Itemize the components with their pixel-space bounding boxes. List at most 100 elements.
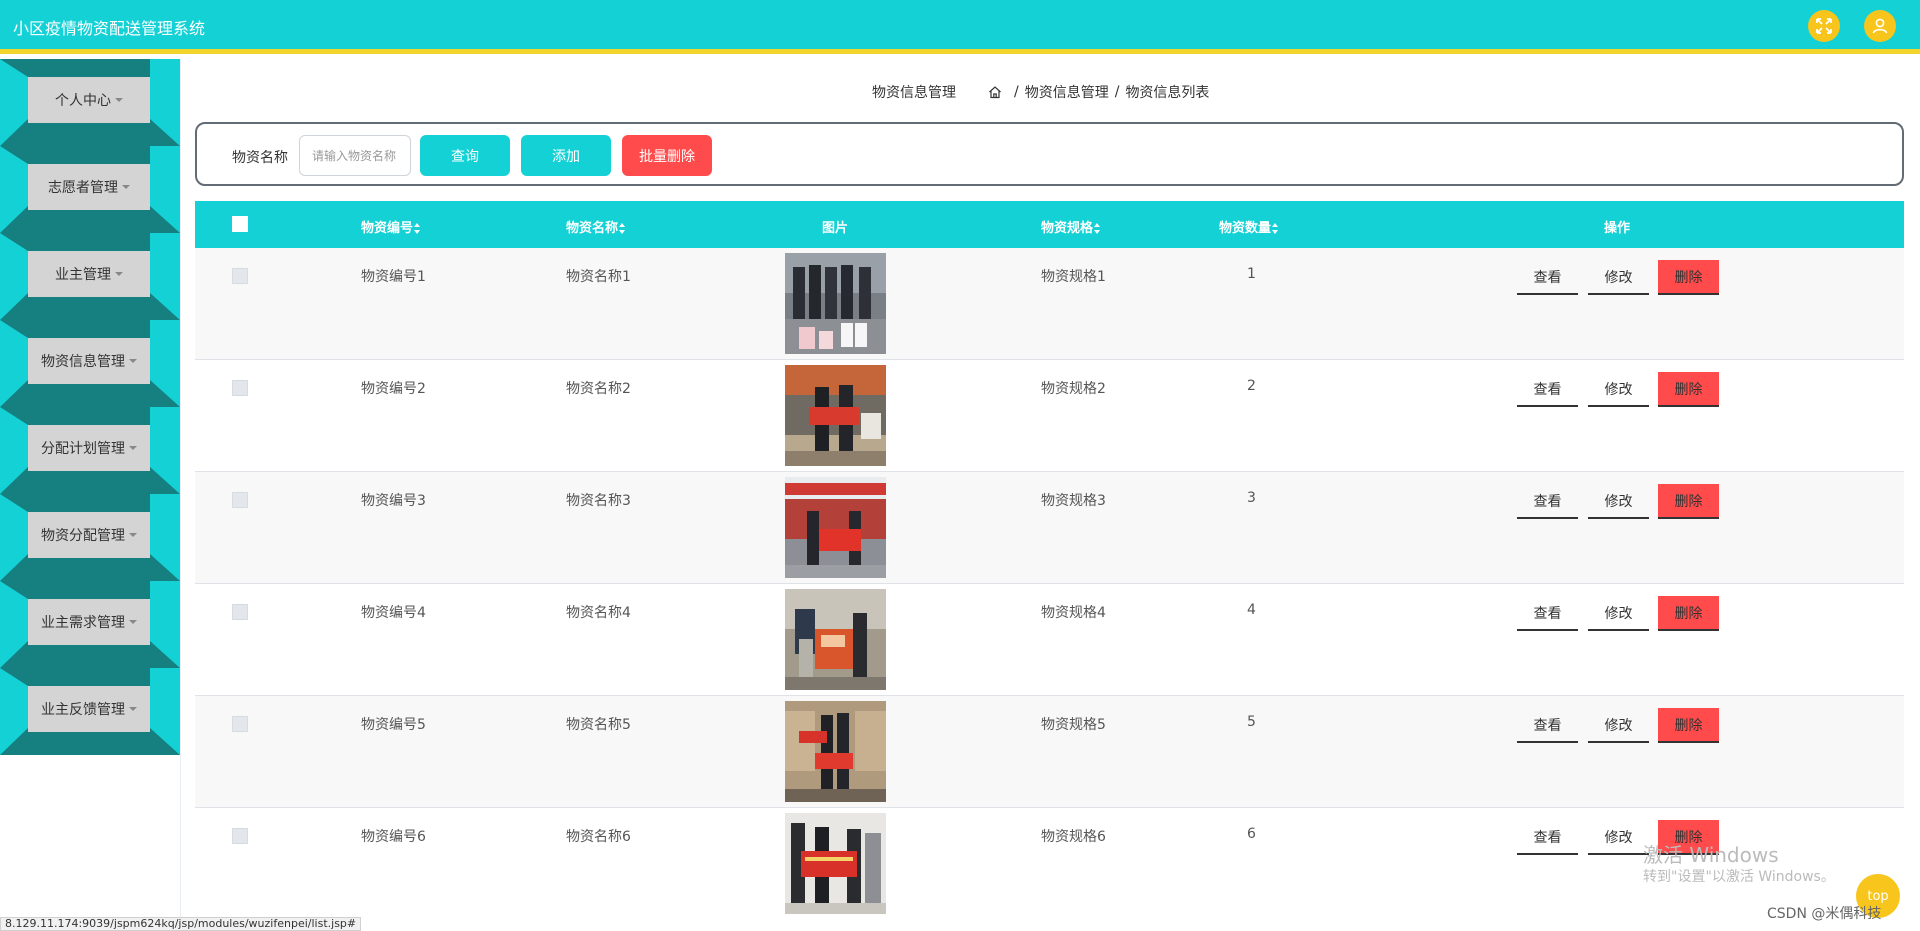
cell-qty: 1 [1247,266,1256,282]
sidebar-item-volunteer[interactable]: 志愿者管理 [0,146,180,233]
material-photo[interactable] [785,701,886,802]
sidebar: 个人中心 志愿者管理 业主管理 物资信息管理 分配计划管理 物资分配管理 业主需… [0,59,180,755]
sidebar-item-button[interactable]: 物资信息管理 [28,338,150,384]
row-checkbox[interactable] [232,716,248,732]
material-photo[interactable] [785,365,886,466]
cell-name: 物资名称1 [566,269,631,285]
page-section-title: 物资信息管理 [872,85,956,101]
sidebar-item-label: 分配计划管理 [41,441,125,457]
column-header-label: 操作 [1604,221,1631,236]
sidebar-item-owner-feedback[interactable]: 业主反馈管理 [0,668,180,755]
cell-qty: 4 [1247,602,1256,618]
cell-name: 物资名称4 [566,605,631,621]
watermark-line: 激活 Windows [1643,843,1779,867]
table-row: 物资编号2 物资名称2 物资规格2 2 查看 修改 删除 [195,360,1904,472]
cell-spec: 物资规格5 [1041,717,1106,733]
cell-name: 物资名称3 [566,493,631,509]
search-label: 物资名称 [232,150,288,166]
data-table: 物资编号 物资名称 图片 物资规格 物资数量 操作 物资编号1 物资名称1 物资… [195,201,1904,919]
column-header-label: 图片 [822,221,849,236]
add-button[interactable]: 添加 [521,135,611,176]
row-checkbox[interactable] [232,380,248,396]
view-button[interactable]: 查看 [1517,484,1578,519]
sort-icon[interactable] [1272,223,1279,234]
view-button[interactable]: 查看 [1517,708,1578,743]
row-checkbox[interactable] [232,604,248,620]
breadcrumb-item[interactable]: 物资信息管理 [1025,82,1109,102]
sidebar-item-material-info[interactable]: 物资信息管理 [0,320,180,407]
cell-code: 物资编号3 [361,493,426,509]
sidebar-item-button[interactable]: 分配计划管理 [28,425,150,471]
edit-button[interactable]: 修改 [1588,596,1649,631]
sidebar-item-label: 业主反馈管理 [41,702,125,718]
sidebar-item-personal-center[interactable]: 个人中心 [0,59,180,146]
sidebar-item-button[interactable]: 志愿者管理 [28,164,150,210]
column-header-qty[interactable]: 物资数量 [1219,217,1279,236]
cell-spec: 物资规格3 [1041,493,1106,509]
material-photo[interactable] [785,253,886,354]
cell-code: 物资编号4 [361,605,426,621]
sidebar-item-button[interactable]: 业主管理 [28,251,150,297]
delete-button[interactable]: 删除 [1658,596,1719,631]
sidebar-item-owner[interactable]: 业主管理 [0,233,180,320]
sidebar-item-button[interactable]: 物资分配管理 [28,512,150,558]
row-checkbox[interactable] [232,268,248,284]
table-row: 物资编号3 物资名称3 物资规格3 3 查看 修改 删除 [195,472,1904,584]
edit-button[interactable]: 修改 [1588,820,1649,855]
sort-icon[interactable] [414,223,421,234]
sort-icon[interactable] [1094,223,1101,234]
row-checkbox[interactable] [232,492,248,508]
material-photo[interactable] [785,477,886,578]
batch-delete-button[interactable]: 批量删除 [622,135,712,176]
cell-code: 物资编号1 [361,269,426,285]
sidebar-item-button[interactable]: 业主需求管理 [28,599,150,645]
source-credit: CSDN @米偶科技 [1767,906,1882,922]
sidebar-item-button[interactable]: 个人中心 [28,77,150,123]
cell-code: 物资编号5 [361,717,426,733]
delete-button[interactable]: 删除 [1658,708,1719,743]
view-button[interactable]: 查看 [1517,820,1578,855]
column-header-label: 物资名称 [566,221,619,236]
edit-button[interactable]: 修改 [1588,372,1649,407]
row-checkbox[interactable] [232,828,248,844]
sidebar-item-label: 个人中心 [55,93,111,109]
delete-button[interactable]: 删除 [1658,372,1719,407]
column-header-spec[interactable]: 物资规格 [1041,217,1101,236]
sidebar-item-button[interactable]: 业主反馈管理 [28,686,150,732]
breadcrumb-item-current: 物资信息列表 [1125,85,1210,101]
edit-button[interactable]: 修改 [1588,484,1649,519]
delete-button[interactable]: 删除 [1658,484,1719,519]
fullscreen-button[interactable] [1808,10,1840,42]
cell-spec: 物资规格2 [1041,381,1106,397]
sidebar-item-allocation-plan[interactable]: 分配计划管理 [0,407,180,494]
caret-down-icon [129,620,137,624]
query-button[interactable]: 查询 [420,135,510,176]
column-header-code[interactable]: 物资编号 [361,217,421,236]
breadcrumb: 物资信息管理 / 物资信息管理 / 物资信息列表 [872,82,1209,102]
select-all-checkbox[interactable] [232,216,248,232]
column-header-name[interactable]: 物资名称 [566,217,626,236]
column-header-label: 物资编号 [361,221,414,236]
delete-button[interactable]: 删除 [1658,260,1719,295]
table-row: 物资编号1 物资名称1 物资规格1 1 查看 修改 删除 [195,248,1904,360]
sidebar-item-material-allocation[interactable]: 物资分配管理 [0,494,180,581]
sort-icon[interactable] [619,223,626,234]
material-photo[interactable] [785,813,886,914]
material-photo[interactable] [785,589,886,690]
view-button[interactable]: 查看 [1517,372,1578,407]
view-button[interactable]: 查看 [1517,596,1578,631]
caret-down-icon [129,446,137,450]
home-icon[interactable] [988,85,1002,99]
cell-qty: 5 [1247,714,1256,730]
edit-button[interactable]: 修改 [1588,260,1649,295]
edit-button[interactable]: 修改 [1588,708,1649,743]
cell-spec: 物资规格1 [1041,269,1106,285]
sidebar-item-label: 物资分配管理 [41,528,125,544]
cell-name: 物资名称2 [566,381,631,397]
search-input[interactable] [299,135,411,176]
cell-qty: 6 [1247,826,1256,842]
sidebar-item-owner-demand[interactable]: 业主需求管理 [0,581,180,668]
view-button[interactable]: 查看 [1517,260,1578,295]
user-menu-button[interactable] [1864,10,1896,42]
cell-spec: 物资规格4 [1041,605,1106,621]
